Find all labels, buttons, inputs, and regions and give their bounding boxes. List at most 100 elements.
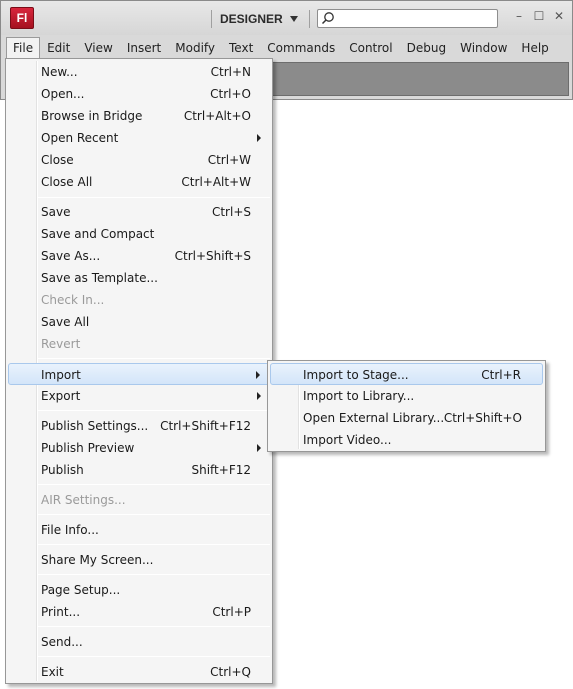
menu-item-shortcut: Ctrl+P <box>212 605 251 619</box>
menu-item-shortcut: Ctrl+O <box>210 87 251 101</box>
menu-item-label: Share My Screen... <box>41 553 154 567</box>
menu-bar: File Edit View Insert Modify Text Comman… <box>1 36 572 60</box>
menu-separator <box>38 410 270 411</box>
menu-item-page-setup[interactable]: Page Setup... <box>8 579 270 601</box>
menu-item-close-all[interactable]: Close All Ctrl+Alt+W <box>8 171 270 193</box>
menu-item-save[interactable]: Save Ctrl+S <box>8 201 270 223</box>
menu-item-shortcut: Ctrl+Shift+F12 <box>160 419 251 433</box>
menu-modify[interactable]: Modify <box>168 37 222 59</box>
menu-item-send[interactable]: Send... <box>8 631 270 653</box>
menu-item-import[interactable]: Import <box>8 363 270 385</box>
menu-item-shortcut: Ctrl+N <box>210 65 251 79</box>
menu-item-label: Import Video... <box>303 433 392 447</box>
menu-item-label: Open External Library... <box>303 411 445 425</box>
menu-separator <box>38 626 270 627</box>
menu-item-air-settings: AIR Settings... <box>8 489 270 511</box>
menu-item-share-my-screen[interactable]: Share My Screen... <box>8 549 270 571</box>
title-bar: Fl DESIGNER – ☐ ✕ <box>1 1 572 35</box>
divider <box>309 10 310 28</box>
menu-item-label: Browse in Bridge <box>41 109 143 123</box>
workspace-label: DESIGNER <box>220 12 283 26</box>
menu-item-publish-settings[interactable]: Publish Settings... Ctrl+Shift+F12 <box>8 415 270 437</box>
menu-item-open-external-library[interactable]: Open External Library... Ctrl+Shift+O <box>270 407 543 429</box>
menu-item-label: Publish Preview <box>41 441 135 455</box>
menu-item-open[interactable]: Open... Ctrl+O <box>8 83 270 105</box>
submenu-arrow-icon <box>257 134 261 142</box>
menu-item-import-to-library[interactable]: Import to Library... <box>270 385 543 407</box>
menu-item-print[interactable]: Print... Ctrl+P <box>8 601 270 623</box>
menu-item-label: Send... <box>41 635 83 649</box>
submenu-arrow-icon <box>256 371 260 379</box>
submenu-arrow-icon <box>257 392 261 400</box>
menu-file[interactable]: File <box>6 37 41 59</box>
menu-item-shortcut: Ctrl+W <box>207 153 251 167</box>
menu-item-save-as[interactable]: Save As... Ctrl+Shift+S <box>8 245 270 267</box>
menu-separator <box>38 544 270 545</box>
menu-item-label: New... <box>41 65 78 79</box>
menu-item-import-to-stage[interactable]: Import to Stage... Ctrl+R <box>270 363 543 385</box>
menu-item-save-and-compact[interactable]: Save and Compact <box>8 223 270 245</box>
menu-insert[interactable]: Insert <box>120 37 168 59</box>
menu-item-label: Open... <box>41 87 85 101</box>
menu-window[interactable]: Window <box>453 37 514 59</box>
menu-item-label: Print... <box>41 605 81 619</box>
submenu-arrow-icon <box>257 444 261 452</box>
search-icon <box>321 12 334 25</box>
menu-item-close[interactable]: Close Ctrl+W <box>8 149 270 171</box>
menu-item-label: Save and Compact <box>41 227 155 241</box>
menu-item-publish-preview[interactable]: Publish Preview <box>8 437 270 459</box>
menu-item-shortcut: Ctrl+S <box>211 205 251 219</box>
menu-text[interactable]: Text <box>222 37 260 59</box>
menu-separator <box>38 514 270 515</box>
menu-control[interactable]: Control <box>342 37 399 59</box>
menu-item-label: Save <box>41 205 71 219</box>
workspace-switcher[interactable]: DESIGNER <box>220 9 298 29</box>
menu-item-shortcut: Ctrl+Alt+O <box>183 109 251 123</box>
menu-item-label: Import to Stage... <box>303 368 409 382</box>
menu-item-shortcut: Shift+F12 <box>191 463 251 477</box>
file-menu: New... Ctrl+N Open... Ctrl+O Browse in Bri… <box>5 58 273 684</box>
menu-item-import-video[interactable]: Import Video... <box>270 429 543 451</box>
menu-item-shortcut: Ctrl+Shift+O <box>443 411 522 425</box>
maximize-button[interactable]: ☐ <box>531 8 547 24</box>
menu-item-shortcut: Ctrl+Alt+W <box>181 175 251 189</box>
menu-item-save-all[interactable]: Save All <box>8 311 270 333</box>
caret-down-icon <box>289 16 298 22</box>
menu-item-label: Save As... <box>41 249 101 263</box>
menu-item-browse-in-bridge[interactable]: Browse in Bridge Ctrl+Alt+O <box>8 105 270 127</box>
menu-item-label: Check In... <box>41 293 105 307</box>
menu-view[interactable]: View <box>77 37 119 59</box>
menu-item-shortcut: Ctrl+Q <box>210 665 251 679</box>
divider <box>211 10 212 28</box>
menu-item-exit[interactable]: Exit Ctrl+Q <box>8 661 270 683</box>
menu-item-label: Close All <box>41 175 93 189</box>
menu-item-label: Import to Library... <box>303 389 415 403</box>
menu-item-publish[interactable]: Publish Shift+F12 <box>8 459 270 481</box>
menu-item-new[interactable]: New... Ctrl+N <box>8 61 270 83</box>
menu-item-label: Export <box>41 389 81 403</box>
menu-item-label: Exit <box>41 665 64 679</box>
menu-commands[interactable]: Commands <box>260 37 342 59</box>
menu-item-label: Close <box>41 153 74 167</box>
menu-item-check-in: Check In... <box>8 289 270 311</box>
menu-item-label: Revert <box>41 337 81 351</box>
menu-item-open-recent[interactable]: Open Recent <box>8 127 270 149</box>
search-input[interactable] <box>317 9 498 28</box>
menu-debug[interactable]: Debug <box>400 37 453 59</box>
menu-help[interactable]: Help <box>514 37 555 59</box>
menu-item-label: File Info... <box>41 523 99 537</box>
import-submenu: Import to Stage... Ctrl+R Import to Libra… <box>267 360 546 452</box>
menu-item-shortcut: Ctrl+R <box>481 368 521 382</box>
close-button[interactable]: ✕ <box>551 8 567 24</box>
menu-item-label: Save as Template... <box>41 271 158 285</box>
menu-item-label: Open Recent <box>41 131 119 145</box>
menu-item-label: Publish <box>41 463 84 477</box>
menu-edit[interactable]: Edit <box>40 37 77 59</box>
menu-separator <box>38 358 270 359</box>
flash-logo-icon: Fl <box>10 7 34 29</box>
menu-item-file-info[interactable]: File Info... <box>8 519 270 541</box>
minimize-button[interactable]: – <box>511 8 527 24</box>
menu-item-save-as-template[interactable]: Save as Template... <box>8 267 270 289</box>
menu-item-export[interactable]: Export <box>8 385 270 407</box>
menu-separator <box>38 197 270 198</box>
